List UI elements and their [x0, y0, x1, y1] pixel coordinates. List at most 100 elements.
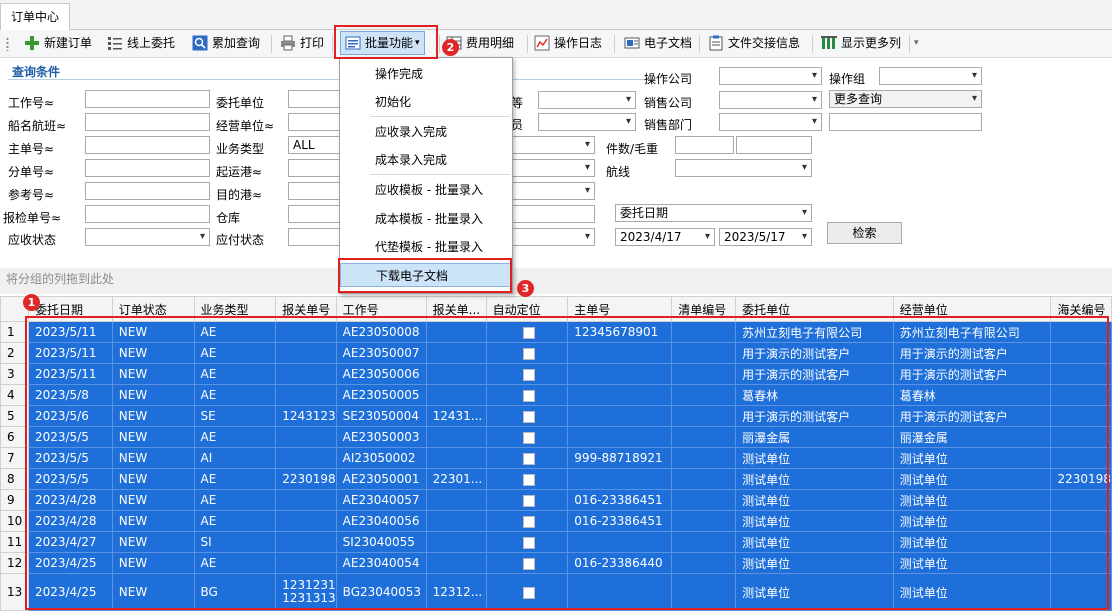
- fee-detail-label: 费用明细: [466, 36, 515, 50]
- highlight-selected-rows: [25, 316, 1109, 610]
- list-icon: [107, 35, 123, 51]
- menu-separator: [370, 116, 510, 117]
- pol-input[interactable]: [288, 159, 340, 177]
- search-button[interactable]: 检索: [827, 222, 902, 244]
- col3-select-2[interactable]: [538, 113, 636, 131]
- ref-no-label: 参考号≈: [8, 188, 55, 202]
- operator-unit-input[interactable]: [288, 113, 340, 131]
- pieces-weight-label: 件数/毛重: [606, 142, 659, 156]
- op-company-label: 操作公司: [644, 72, 693, 86]
- toolbar-separator: [812, 35, 813, 53]
- biz-type-label: 业务类型: [216, 142, 265, 156]
- file-handover-button[interactable]: 文件交接信息: [708, 32, 800, 54]
- new-order-button[interactable]: 新建订单: [24, 32, 92, 54]
- chart-icon: [534, 35, 550, 51]
- more-query-select[interactable]: 更多查询: [829, 90, 982, 108]
- more-query-input[interactable]: [829, 113, 982, 131]
- col3-select-4[interactable]: [511, 159, 595, 177]
- menu-item-cost-template[interactable]: 成本模板 - 批量录入: [340, 207, 512, 231]
- online-delegate-label: 线上委托: [127, 36, 176, 50]
- ap-status-label: 应付状态: [216, 233, 265, 247]
- menu-item-ar-complete[interactable]: 应收录入完成: [340, 120, 512, 144]
- printer-icon: [280, 35, 296, 51]
- route-select[interactable]: [675, 159, 812, 177]
- operator-unit-label: 经营单位≈: [216, 119, 275, 133]
- op-log-label: 操作日志: [554, 36, 603, 50]
- op-log-button[interactable]: 操作日志: [534, 32, 602, 54]
- more-columns-button[interactable]: 显示更多列: [821, 32, 901, 54]
- warehouse-label: 仓库: [216, 211, 241, 225]
- mbl-input[interactable]: [85, 136, 210, 154]
- hbl-label: 分单号≈: [8, 165, 55, 179]
- toolbar-grip-icon[interactable]: [6, 37, 9, 51]
- warehouse-input[interactable]: [288, 205, 340, 223]
- weight-input[interactable]: [736, 136, 812, 154]
- toolbar-separator: [909, 35, 910, 53]
- job-no-input[interactable]: [85, 90, 210, 108]
- cumulative-query-button[interactable]: 累加查询: [192, 32, 260, 54]
- toolbar-separator: [332, 35, 333, 53]
- e-doc-button[interactable]: 电子文档: [624, 32, 692, 54]
- insp-no-input[interactable]: [85, 205, 210, 223]
- online-delegate-button[interactable]: 线上委托: [107, 32, 175, 54]
- toolbar-separator: [439, 35, 440, 53]
- step-badge-3: 3: [517, 280, 534, 297]
- toolbar-overflow-icon[interactable]: ▾: [914, 32, 919, 54]
- step-badge-2: 2: [442, 39, 459, 56]
- hbl-input[interactable]: [85, 159, 210, 177]
- toolbar: 新建订单 线上委托 累加查询 打印 批量功能 ▾ 费用明细 操作日志 电子文档 …: [0, 30, 1112, 58]
- client-input[interactable]: [288, 90, 340, 108]
- highlight-batch-button: [334, 25, 438, 59]
- query-divider: [8, 79, 648, 80]
- more-columns-label: 显示更多列: [841, 36, 902, 50]
- pieces-input[interactable]: [675, 136, 734, 154]
- print-label: 打印: [300, 36, 325, 50]
- op-company-select[interactable]: [719, 67, 822, 85]
- sales-company-label: 销售公司: [644, 96, 693, 110]
- pol-label: 起运港≈: [216, 165, 263, 179]
- ar-status-select[interactable]: [85, 228, 210, 246]
- col3-select-7[interactable]: [511, 228, 595, 246]
- pod-input[interactable]: [288, 182, 340, 200]
- ref-no-input[interactable]: [85, 182, 210, 200]
- highlight-download-item: [338, 258, 512, 293]
- op-group-select[interactable]: [879, 67, 982, 85]
- col3-input-6[interactable]: [511, 205, 595, 223]
- menu-item-initialize[interactable]: 初始化: [340, 90, 512, 114]
- ship-voyage-input[interactable]: [85, 113, 210, 131]
- search-icon: [192, 35, 208, 51]
- pod-label: 目的港≈: [216, 188, 263, 202]
- tab-order-center[interactable]: 订单中心: [0, 3, 70, 30]
- menu-separator: [370, 174, 510, 175]
- col3-select-5[interactable]: [511, 182, 595, 200]
- toolbar-separator: [614, 35, 615, 53]
- menu-item-cost-complete[interactable]: 成本录入完成: [340, 148, 512, 172]
- print-button[interactable]: 打印: [280, 32, 324, 54]
- group-by-area[interactable]: 将分组的列拖到此处: [0, 268, 1112, 294]
- mbl-label: 主单号≈: [8, 142, 55, 156]
- op-group-label: 操作组: [829, 72, 866, 86]
- date-type-select[interactable]: 委托日期: [615, 204, 812, 222]
- biz-type-select[interactable]: ALL: [288, 136, 340, 154]
- columns-icon: [821, 35, 837, 51]
- sales-company-select[interactable]: [719, 91, 822, 109]
- ap-status-select[interactable]: [288, 228, 340, 246]
- new-order-label: 新建订单: [44, 36, 93, 50]
- e-doc-label: 电子文档: [644, 36, 693, 50]
- date-to-picker[interactable]: 2023/5/17: [719, 228, 812, 246]
- menu-item-op-complete[interactable]: 操作完成: [340, 62, 512, 86]
- toolbar-separator: [527, 35, 528, 53]
- col3-select-1[interactable]: [538, 91, 636, 109]
- menu-item-advance-template[interactable]: 代垫模板 - 批量录入: [340, 235, 512, 259]
- file-handover-label: 文件交接信息: [728, 36, 801, 50]
- cumulative-query-label: 累加查询: [212, 36, 261, 50]
- job-no-label: 工作号≈: [8, 96, 55, 110]
- col3-select-3[interactable]: [511, 136, 595, 154]
- sales-dept-label: 销售部门: [644, 118, 693, 132]
- step-badge-1: 1: [23, 294, 40, 311]
- sales-dept-select[interactable]: [719, 113, 822, 131]
- date-from-picker[interactable]: 2023/4/17: [615, 228, 715, 246]
- query-title: 查询条件: [12, 65, 61, 79]
- menu-item-ar-template[interactable]: 应收模板 - 批量录入: [340, 178, 512, 202]
- client-label: 委托单位: [216, 96, 265, 110]
